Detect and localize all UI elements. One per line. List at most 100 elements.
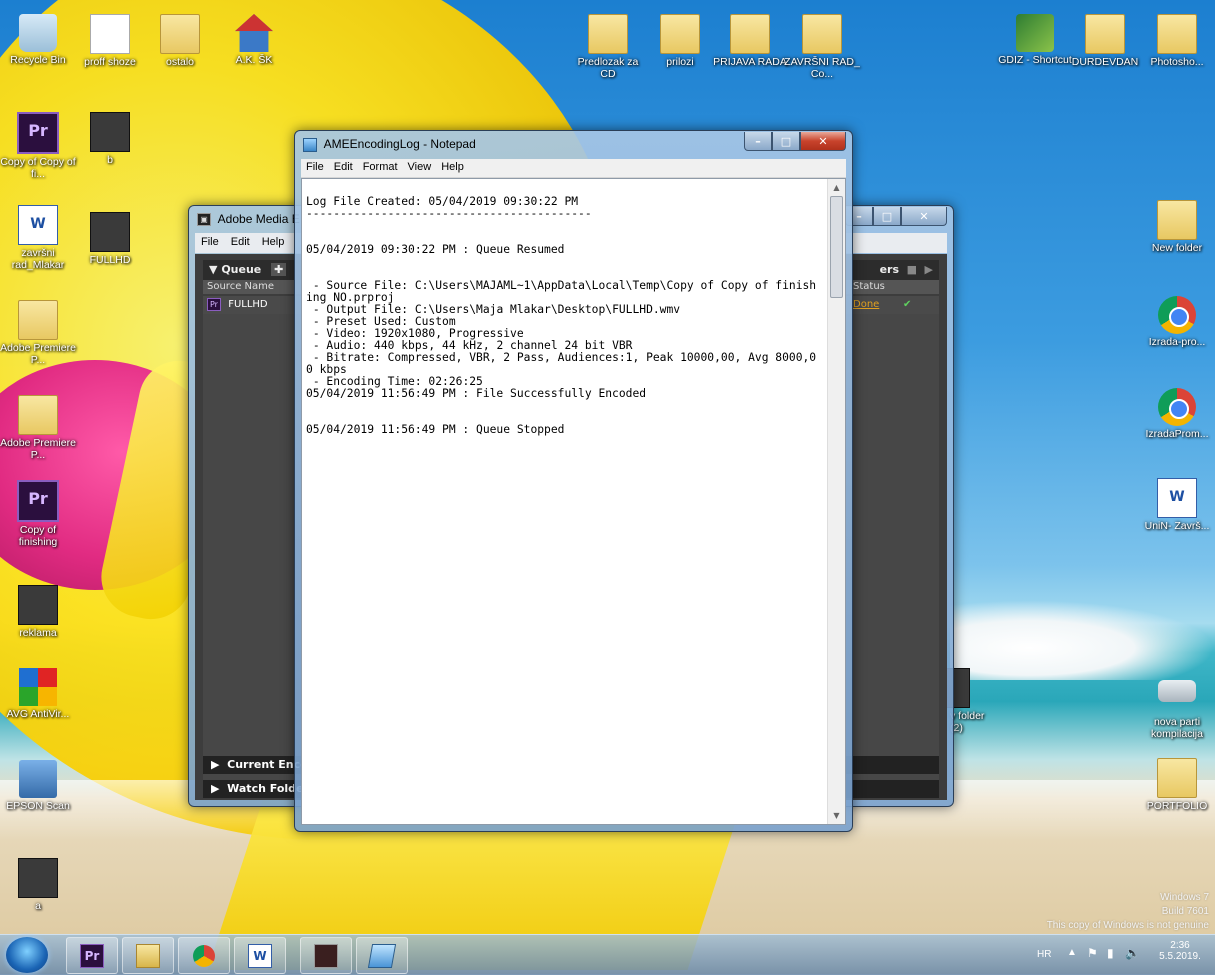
- desktop-icon-ak-sk[interactable]: A.K. ŠK: [216, 14, 292, 66]
- folder-icon: [660, 14, 700, 54]
- notepad-caption-buttons: – □ ✕: [744, 132, 846, 151]
- taskbar-explorer[interactable]: [122, 937, 174, 974]
- desktop-icon-label: Photosho...: [1150, 56, 1204, 68]
- desktop-icon-avg[interactable]: AVG AntiVir...: [0, 668, 76, 720]
- desktop-icon-a[interactable]: a: [0, 858, 76, 912]
- collapse-triangle-icon[interactable]: ▼: [209, 263, 217, 276]
- desktop-icon-prijava-rada[interactable]: PRIJAVA RADA: [712, 14, 788, 68]
- desktop-icon-label: prilozi: [666, 56, 694, 68]
- folder-icon: [160, 14, 200, 54]
- taskbar-chrome[interactable]: [178, 937, 230, 974]
- desktop-icon-copy-of-finishing[interactable]: Pr Copy of finishing: [0, 480, 76, 548]
- desktop-icon-izrada-pro[interactable]: Izrada-pro...: [1139, 296, 1215, 348]
- maximize-button[interactable]: □: [873, 207, 901, 226]
- maximize-button[interactable]: □: [772, 132, 800, 151]
- menu-view[interactable]: View: [403, 159, 437, 173]
- queue-row-status[interactable]: Done: [853, 296, 879, 314]
- taskbar-word[interactable]: W: [234, 937, 286, 974]
- desktop-icon-copy-of-copy[interactable]: Pr Copy of Copy of fi...: [0, 112, 76, 180]
- desktop-icon-label: proff shoze: [84, 56, 136, 68]
- add-source-button[interactable]: ✚: [271, 263, 287, 276]
- word-icon: W: [248, 943, 272, 968]
- desktop-icon-predlozak[interactable]: Predlozak za CD: [570, 14, 646, 80]
- folder-icon: [1157, 200, 1197, 240]
- queue-row-source: FULLHD: [228, 299, 268, 310]
- desktop-icon-portfolio[interactable]: PORTFOLIO: [1139, 758, 1215, 812]
- expand-triangle-icon: ▶: [211, 782, 220, 795]
- desktop-icon-label: PRIJAVA RADA: [713, 56, 787, 68]
- desktop-icon-zavrsni-rad-co[interactable]: ZAVRŠNI RAD_ Co...: [784, 14, 860, 80]
- start-queue-icon[interactable]: ▶: [925, 260, 933, 280]
- desktop-icon-b[interactable]: b: [72, 112, 148, 166]
- desktop-icon-unin-zavrs[interactable]: W UniN- Završ...: [1139, 478, 1215, 532]
- menu-edit[interactable]: Edit: [329, 159, 358, 173]
- close-button[interactable]: ✕: [800, 132, 846, 151]
- desktop-icon-label: Predlozak za CD: [577, 56, 639, 80]
- scroll-up-arrow-icon[interactable]: ▲: [828, 179, 845, 196]
- desktop-icon-recycle-bin[interactable]: Recycle Bin: [0, 14, 76, 66]
- menu-file[interactable]: File: [301, 159, 329, 173]
- folder-icon: [730, 14, 770, 54]
- menu-format[interactable]: Format: [358, 159, 403, 173]
- notepad-window[interactable]: AMEEncodingLog - Notepad – □ ✕ File Edit F…: [294, 130, 853, 832]
- desktop-icon-izradaprom[interactable]: IzradaProm...: [1139, 388, 1215, 440]
- menu-help[interactable]: Help: [256, 233, 291, 248]
- menu-edit[interactable]: Edit: [225, 233, 256, 248]
- start-button[interactable]: [6, 937, 48, 973]
- desktop-icon-prilozi[interactable]: prilozi: [642, 14, 718, 68]
- volume-icon[interactable]: 🔈: [1125, 946, 1140, 960]
- shortcut-icon: [1016, 14, 1054, 52]
- desktop-icon-adobe-premiere-2[interactable]: Adobe Premiere P...: [0, 395, 76, 461]
- show-hidden-icons-icon[interactable]: ▲: [1067, 947, 1077, 958]
- taskbar-media-encoder[interactable]: [300, 937, 352, 974]
- word-document-icon: W: [1157, 478, 1197, 518]
- desktop-icon-label: Adobe Premiere P...: [0, 437, 76, 461]
- media-encoder-caption-buttons: – □ ✕: [845, 207, 947, 226]
- folder-icon: [1085, 14, 1125, 54]
- column-status[interactable]: Status: [853, 280, 885, 294]
- desktop-icon-fullhd[interactable]: FULLHD: [72, 212, 148, 266]
- desktop-icon-proff-shoze[interactable]: proff shoze: [72, 14, 148, 68]
- folder-icon: [1157, 758, 1197, 798]
- notepad-text-area[interactable]: Log File Created: 05/04/2019 09:30:22 PM…: [301, 178, 846, 825]
- desktop-icon-reklama[interactable]: reklama: [0, 585, 76, 639]
- desktop-icon-label: nova parti kompilacija: [1151, 716, 1203, 740]
- vertical-scrollbar[interactable]: ▲ ▼: [827, 179, 845, 824]
- desktop-icon-label: DURDEVDAN: [1071, 56, 1139, 68]
- menu-file[interactable]: File: [195, 233, 225, 248]
- menu-help[interactable]: Help: [436, 159, 469, 173]
- language-indicator[interactable]: HR: [1037, 949, 1051, 960]
- notepad-menubar: File Edit Format View Help: [301, 159, 846, 178]
- desktop-icon-photoshop[interactable]: Photosho...: [1139, 14, 1215, 68]
- notepad-titlebar: AMEEncodingLog - Notepad: [303, 137, 476, 152]
- scroll-down-arrow-icon[interactable]: ▼: [828, 807, 845, 824]
- desktop-icon-ostalo[interactable]: ostalo: [142, 14, 218, 68]
- folder-icon: [18, 395, 58, 435]
- desktop-icon-nova-parti[interactable]: nova parti kompilacija: [1139, 670, 1215, 740]
- taskbar-notepad[interactable]: [356, 937, 408, 974]
- taskbar-premiere[interactable]: Pr: [66, 937, 118, 974]
- minimize-button[interactable]: –: [744, 132, 772, 151]
- desktop-icon-label: A.K. ŠK: [235, 54, 273, 66]
- taskbar: Pr W HR ▲ ⚑ ▮ 🔈 2:36 5.5.2019.: [0, 934, 1215, 975]
- stop-queue-icon[interactable]: ■: [907, 260, 917, 280]
- scroll-thumb[interactable]: [830, 196, 843, 298]
- desktop-icon-adobe-premiere-1[interactable]: Adobe Premiere P...: [0, 300, 76, 366]
- folder-icon: [802, 14, 842, 54]
- image-icon: [90, 112, 130, 152]
- close-button[interactable]: ✕: [901, 207, 947, 226]
- desktop-icon-gdiz[interactable]: GDIZ - Shortcut: [997, 14, 1073, 66]
- desktop-icon-zavrsni-rad[interactable]: W završni rad_Mlakar: [0, 205, 76, 271]
- action-center-flag-icon[interactable]: ⚑: [1087, 946, 1098, 960]
- desktop-icon-durdevdan[interactable]: DURDEVDAN: [1067, 14, 1143, 68]
- column-source-name[interactable]: Source Name: [207, 281, 274, 292]
- desktop-icon-new-folder[interactable]: New folder: [1139, 200, 1215, 254]
- recycle-bin-icon: [19, 14, 57, 52]
- document-icon: [90, 14, 130, 54]
- desktop-icon-epson-scan[interactable]: EPSON Scan: [0, 760, 76, 812]
- network-icon[interactable]: ▮: [1107, 946, 1114, 960]
- presets-header-partial: ers: [879, 263, 899, 276]
- clock[interactable]: 2:36 5.5.2019.: [1157, 940, 1203, 962]
- avg-antivirus-icon: [19, 668, 57, 706]
- log-text[interactable]: Log File Created: 05/04/2019 09:30:22 PM…: [302, 179, 845, 436]
